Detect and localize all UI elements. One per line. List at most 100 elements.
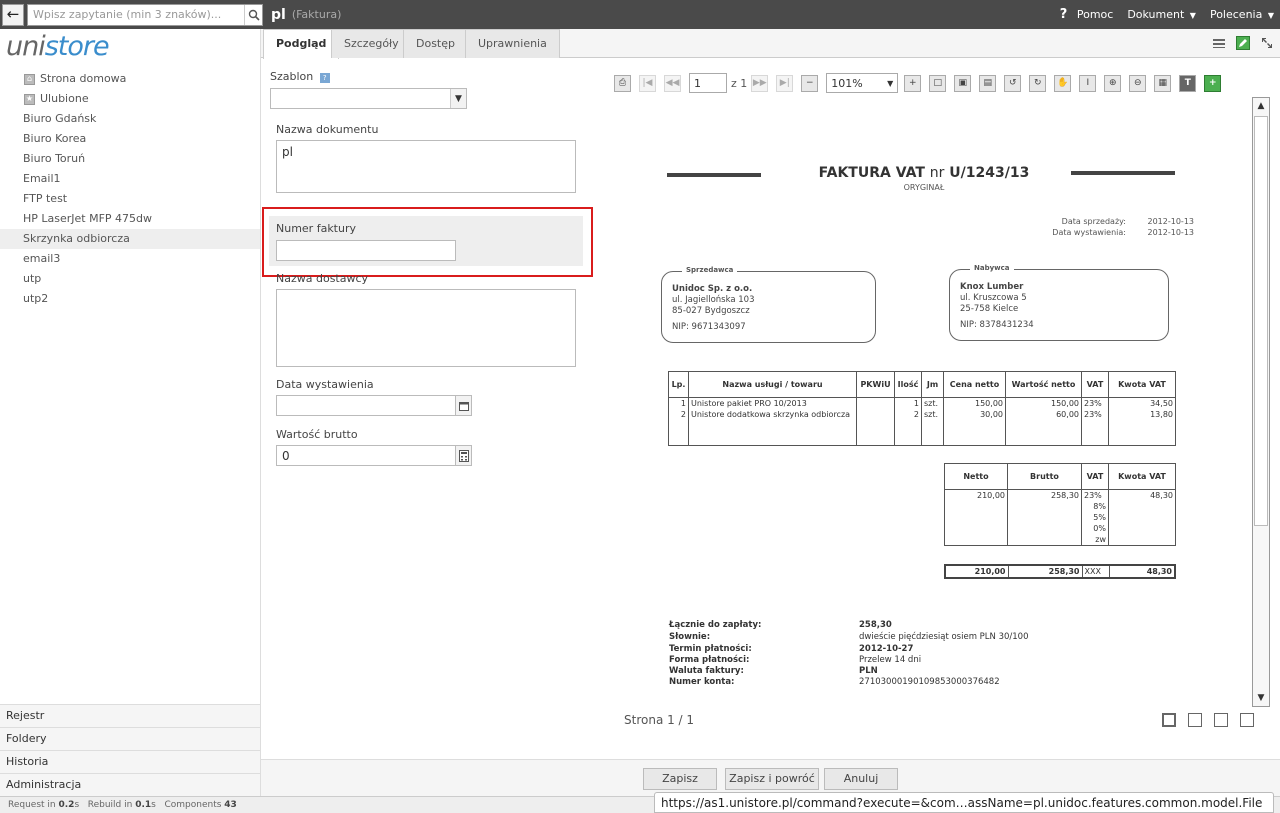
search-icon[interactable] <box>244 4 262 25</box>
sum-col-vat-amount: Kwota VAT <box>1108 463 1176 490</box>
col-lp: Lp. <box>668 371 689 398</box>
sidebar-item-utp2[interactable]: utp2 <box>0 289 260 309</box>
summary-total-table: 210,00 258,30 XXX 48,30 <box>944 564 1176 579</box>
total-vat: XXX <box>1081 564 1110 579</box>
first-page-icon[interactable]: |◀ <box>639 74 656 92</box>
issue-date-field[interactable] <box>276 395 472 416</box>
tab-permissions[interactable]: Uprawnienia <box>465 29 560 58</box>
search-input[interactable] <box>28 4 244 25</box>
sum-vat-amount <box>1108 534 1176 546</box>
sidebar-item-biuro-torun[interactable]: Biuro Toruń <box>0 149 260 169</box>
sale-date-label: Data sprzedaży: <box>1061 217 1126 226</box>
add-annotation-icon[interactable]: + <box>1204 74 1222 92</box>
seller-name: Unidoc Sp. z o.o. <box>672 284 753 294</box>
gross-value-field[interactable]: 0 <box>276 445 472 466</box>
cancel-button[interactable]: Anuluj <box>824 768 898 790</box>
tab-access[interactable]: Dostęp <box>403 29 468 58</box>
two-page-icon[interactable] <box>1214 713 1228 727</box>
sidebar-item-inbox[interactable]: Skrzynka odbiorcza <box>0 229 260 249</box>
supplier-field[interactable] <box>276 289 576 367</box>
save-and-return-button[interactable]: Zapisz i powróć <box>725 768 819 790</box>
prev-page-icon[interactable]: ◀◀ <box>664 74 681 92</box>
tab-preview[interactable]: Podgląd <box>263 29 340 59</box>
sum-net <box>944 523 1008 534</box>
section-historia[interactable]: Historia <box>0 750 260 773</box>
grid-icon[interactable]: ▦ <box>1154 74 1172 92</box>
magnify-in-icon[interactable]: ⊕ <box>1104 74 1122 92</box>
sidebar-item-home[interactable]: ⌂ Strona domowa <box>0 69 260 89</box>
sidebar-item-favorites[interactable]: ★ Ulubione <box>0 89 260 109</box>
rotate-left-icon[interactable]: ↺ <box>1004 74 1022 92</box>
next-page-icon[interactable]: ▶▶ <box>751 74 769 92</box>
list-view-icon[interactable] <box>1212 36 1226 50</box>
edit-icon[interactable] <box>1236 36 1250 50</box>
text-annotation-icon[interactable]: T <box>1179 74 1197 92</box>
calendar-icon[interactable] <box>455 396 471 415</box>
buyer-street: ul. Kruszcowa 5 <box>960 293 1027 303</box>
item-price: 150,00 <box>943 397 1006 409</box>
sidebar-item-ftp-test[interactable]: FTP test <box>0 189 260 209</box>
table-row: 2 Unistore dodatkowa skrzynka odbiorcza … <box>668 409 1176 446</box>
print-icon[interactable]: ⎙ <box>614 74 631 92</box>
document-scrollbar[interactable]: ▲ ▼ <box>1252 97 1270 707</box>
save-button[interactable]: Zapisz <box>643 768 717 790</box>
section-rejestr[interactable]: Rejestr <box>0 704 260 727</box>
sum-vat-amount: 48,30 <box>1108 489 1176 501</box>
scroll-down-icon[interactable]: ▼ <box>1253 690 1269 706</box>
tab-details[interactable]: Szczegóły <box>331 29 412 58</box>
summary-total-row: 210,00 258,30 XXX 48,30 <box>944 564 1176 579</box>
logo-part-store: store <box>44 31 110 62</box>
col-pkwiu: PKWiU <box>856 371 895 398</box>
summary-header-row: Netto Brutto VAT Kwota VAT <box>944 463 1176 490</box>
table-row: zw <box>944 534 1176 546</box>
invoice-title: FAKTURA VAT nr U/1243/13 <box>818 165 1030 181</box>
sidebar-item-biuro-korea[interactable]: Biuro Korea <box>0 129 260 149</box>
single-page-icon[interactable] <box>1162 713 1176 727</box>
expand-icon[interactable] <box>1260 36 1274 50</box>
last-page-icon[interactable]: ▶| <box>776 74 794 92</box>
page-view-icon[interactable]: □ <box>929 74 947 92</box>
sum-gross: 258,30 <box>1007 489 1082 501</box>
sidebar-item-utp[interactable]: utp <box>0 269 260 289</box>
rotate-right-icon[interactable]: ↻ <box>1029 74 1047 92</box>
help-link[interactable]: ? Pomoc <box>1060 7 1114 22</box>
col-price: Cena netto <box>943 371 1006 398</box>
section-foldery[interactable]: Foldery <box>0 727 260 750</box>
form-actions: Zapisz Zapisz i powróć Anuluj <box>261 759 1280 796</box>
text-select-icon[interactable]: I <box>1079 74 1097 92</box>
sidebar-item-hp-laserjet[interactable]: HP LaserJet MFP 475dw <box>0 209 260 229</box>
scroll-thumb[interactable] <box>1254 116 1268 526</box>
item-qty: 2 <box>894 409 922 446</box>
doc-name-field[interactable]: pl <box>276 140 576 193</box>
zoom-select[interactable]: 101% ▼ <box>826 73 899 93</box>
fit-width-icon[interactable]: ▤ <box>979 74 997 92</box>
issue-date-label: Data wystawienia <box>276 378 374 391</box>
document-menu[interactable]: Dokument ▼ <box>1127 8 1196 21</box>
sidebar-item-label: Ulubione <box>40 92 89 105</box>
hand-tool-icon[interactable]: ✋ <box>1054 74 1072 92</box>
sidebar-nav: ⌂ Strona domowa ★ Ulubione Biuro Gdańsk Bi… <box>0 69 260 309</box>
sidebar: unistore ⌂ Strona domowa ★ Ulubione Biuro … <box>0 29 261 796</box>
zoom-out-icon[interactable]: − <box>801 74 819 92</box>
calculator-icon[interactable] <box>455 446 471 465</box>
sum-vat: 8% <box>1081 501 1109 512</box>
commands-menu[interactable]: Polecenia ▼ <box>1210 8 1274 21</box>
sidebar-item-biuro-gdansk[interactable]: Biuro Gdańsk <box>0 109 260 129</box>
sum-vat-amount <box>1108 512 1176 523</box>
scroll-up-icon[interactable]: ▲ <box>1253 98 1269 114</box>
fit-page-icon[interactable]: ▣ <box>954 74 972 92</box>
item-name: Unistore dodatkowa skrzynka odbiorcza <box>688 409 857 446</box>
page-number-input[interactable]: 1 <box>689 73 727 93</box>
magnify-out-icon[interactable]: ⊖ <box>1129 74 1147 92</box>
sidebar-item-email3[interactable]: email3 <box>0 249 260 269</box>
sidebar-item-email1[interactable]: Email1 <box>0 169 260 189</box>
continuous-page-icon[interactable] <box>1188 713 1202 727</box>
section-administracja[interactable]: Administracja <box>0 773 260 796</box>
home-icon: ⌂ <box>24 73 35 85</box>
unistore-logo[interactable]: unistore <box>0 29 260 65</box>
thumbnail-grid-icon[interactable] <box>1240 713 1254 727</box>
zoom-in-icon[interactable]: + <box>904 74 922 92</box>
template-select[interactable]: ▼ <box>270 88 467 109</box>
back-button[interactable]: ← <box>2 3 24 26</box>
info-icon[interactable]: ? <box>319 73 330 83</box>
